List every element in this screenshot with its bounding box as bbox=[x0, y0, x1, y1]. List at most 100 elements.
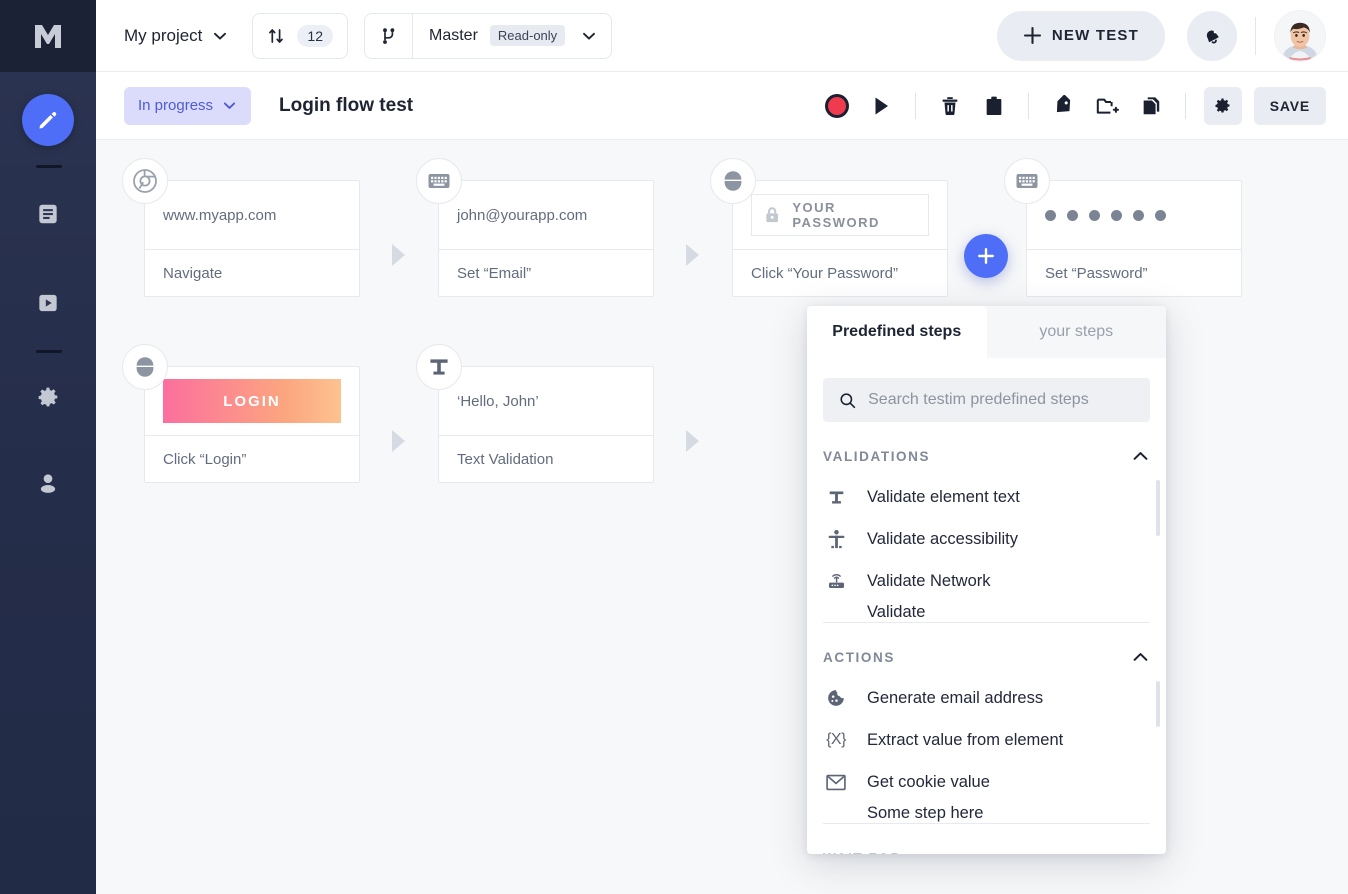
tab-your-steps[interactable]: your steps bbox=[987, 306, 1167, 358]
step-connector-arrow bbox=[392, 430, 405, 452]
step-content bbox=[1027, 181, 1241, 249]
top-bar: My project 12 Master Read-only NEW TEST bbox=[96, 0, 1348, 72]
step-card-click-login[interactable]: LOGIN Click “Login” bbox=[122, 344, 360, 483]
option-clipped-some-step-here[interactable]: Some step here bbox=[807, 803, 1166, 823]
option-extract-value-from-element[interactable]: {X} Extract value from element bbox=[807, 719, 1166, 761]
avatar[interactable] bbox=[1274, 9, 1326, 62]
braces-x-icon: {X} bbox=[826, 731, 846, 748]
step-card-set-password[interactable]: Set “Password” bbox=[1004, 158, 1242, 297]
record-button[interactable] bbox=[815, 84, 859, 128]
add-to-folder-button[interactable] bbox=[1085, 84, 1129, 128]
option-validate-network[interactable]: Validate Network bbox=[807, 560, 1166, 602]
toolbar-actions: SAVE bbox=[815, 84, 1348, 128]
option-label: Generate email address bbox=[867, 688, 1044, 707]
step-card-navigate[interactable]: www.myapp.com Navigate bbox=[122, 158, 360, 297]
step-content: john@yourapp.com bbox=[457, 206, 588, 224]
pencil-icon bbox=[39, 112, 57, 129]
branch-selector[interactable]: Master Read-only bbox=[364, 12, 613, 59]
validations-scrollbar[interactable] bbox=[1156, 480, 1160, 536]
section-header-wait-for[interactable]: WAIT FOR bbox=[807, 838, 1166, 855]
delete-button[interactable] bbox=[928, 84, 972, 128]
chevron-down-icon bbox=[583, 32, 596, 40]
keyboard-icon-badge bbox=[416, 158, 462, 204]
clipboard-button[interactable] bbox=[972, 84, 1016, 128]
mouse-icon bbox=[136, 357, 154, 377]
branch-name: Master bbox=[429, 26, 478, 44]
password-dot bbox=[1045, 209, 1056, 221]
topbar-actions: NEW TEST bbox=[996, 9, 1348, 62]
status-dropdown[interactable]: In progress bbox=[124, 86, 252, 125]
section-header-validations[interactable]: VALIDATIONS bbox=[807, 436, 1166, 476]
commits-button[interactable]: 12 bbox=[252, 12, 348, 59]
new-test-button[interactable]: NEW TEST bbox=[996, 10, 1165, 61]
option-label: Validate Network bbox=[867, 571, 991, 590]
password-dot bbox=[1111, 209, 1122, 221]
add-step-button[interactable] bbox=[964, 234, 1008, 278]
test-settings-button[interactable] bbox=[1203, 86, 1242, 125]
section-list-validations: Validate element text Validate accessibi… bbox=[807, 476, 1166, 623]
readonly-badge: Read-only bbox=[489, 25, 566, 46]
play-button[interactable] bbox=[859, 84, 903, 128]
section-divider bbox=[823, 823, 1150, 824]
option-label: Validate element text bbox=[867, 487, 1020, 506]
toolbar-divider-1 bbox=[914, 92, 916, 119]
app-logo[interactable] bbox=[0, 0, 96, 72]
option-validate-accessibility[interactable]: Validate accessibility bbox=[807, 518, 1166, 560]
step-card-body-wrap: Set “Password” bbox=[1026, 180, 1242, 297]
notifications-button[interactable] bbox=[1187, 10, 1237, 61]
step-action-label: Set “Email” bbox=[439, 249, 653, 296]
accessibility-icon bbox=[823, 529, 849, 550]
sidebar-item-settings[interactable] bbox=[0, 369, 96, 425]
search-input[interactable] bbox=[868, 391, 1134, 409]
step-card-set-email[interactable]: john@yourapp.com Set “Email” bbox=[416, 158, 654, 297]
project-selector[interactable]: My project bbox=[124, 26, 228, 46]
bell-icon bbox=[1206, 30, 1219, 43]
chevron-up-icon[interactable] bbox=[1131, 648, 1150, 667]
document-icon bbox=[39, 204, 57, 224]
section-divider bbox=[823, 622, 1150, 623]
step-card-body-wrap: ‘Hello, John’ Text Validation bbox=[438, 366, 654, 483]
predefined-steps-panel: Predefined steps your steps VALIDATIONS bbox=[807, 306, 1166, 854]
plus-icon bbox=[978, 248, 994, 264]
duplicate-button[interactable] bbox=[1129, 84, 1173, 128]
gear-icon bbox=[38, 387, 58, 407]
step-card-click-password[interactable]: YOUR PASSWORD Click “Your Password” bbox=[710, 158, 948, 297]
step-content: www.myapp.com bbox=[163, 206, 277, 224]
option-get-cookie-value[interactable]: Get cookie value bbox=[807, 761, 1166, 803]
section-header-actions[interactable]: ACTIONS bbox=[807, 637, 1166, 677]
actions-scrollbar[interactable] bbox=[1156, 681, 1160, 727]
label-button[interactable] bbox=[1041, 84, 1085, 128]
keyboard-icon bbox=[1016, 174, 1038, 188]
save-button[interactable]: SAVE bbox=[1253, 86, 1326, 125]
password-dots bbox=[1045, 209, 1166, 221]
branch-main: Master Read-only bbox=[413, 25, 611, 46]
option-validate-element-text[interactable]: Validate element text bbox=[807, 476, 1166, 518]
status-label: In progress bbox=[138, 97, 214, 114]
sidebar-item-editor[interactable] bbox=[0, 92, 96, 148]
chevron-up-icon[interactable] bbox=[1131, 447, 1150, 466]
user-avatar-image bbox=[1275, 10, 1325, 61]
rail-divider-top bbox=[36, 165, 62, 168]
sidebar-item-account[interactable] bbox=[0, 455, 96, 511]
search-box[interactable] bbox=[823, 378, 1150, 422]
play-box-icon bbox=[39, 294, 57, 312]
step-content: LOGIN bbox=[145, 367, 359, 435]
envelope-icon bbox=[823, 774, 849, 791]
left-rail bbox=[0, 0, 96, 894]
chevron-down-icon[interactable] bbox=[1131, 849, 1150, 855]
branch-icon bbox=[382, 27, 394, 44]
option-clipped-validate[interactable]: Validate bbox=[807, 602, 1166, 622]
lock-icon bbox=[766, 207, 778, 223]
record-circle-icon bbox=[824, 93, 849, 118]
option-generate-email-address[interactable]: Generate email address bbox=[807, 677, 1166, 719]
tab-predefined-steps[interactable]: Predefined steps bbox=[807, 306, 987, 358]
play-icon bbox=[875, 97, 888, 114]
option-label: Extract value from element bbox=[867, 730, 1064, 749]
password-dot bbox=[1155, 209, 1166, 221]
mouse-icon-badge bbox=[710, 158, 756, 204]
chrome-icon bbox=[133, 169, 157, 193]
step-card-text-validation[interactable]: ‘Hello, John’ Text Validation bbox=[416, 344, 654, 483]
tag-icon bbox=[1056, 94, 1070, 112]
sidebar-item-test-list[interactable] bbox=[0, 186, 96, 242]
sidebar-item-runs[interactable] bbox=[0, 275, 96, 331]
